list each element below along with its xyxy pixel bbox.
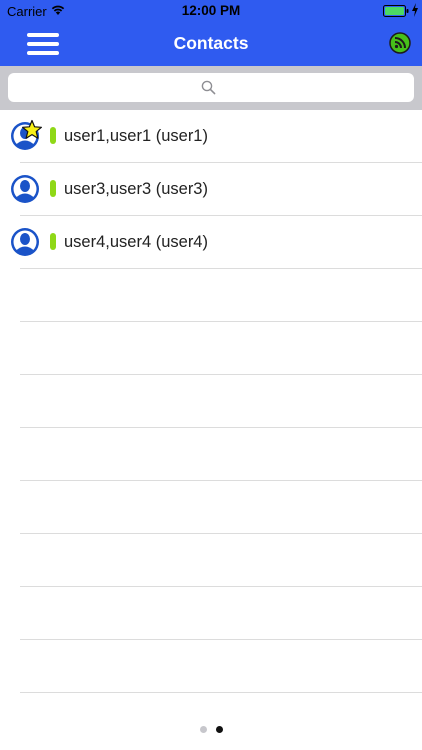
empty-row bbox=[20, 375, 422, 428]
search-field[interactable] bbox=[8, 73, 414, 102]
empty-row bbox=[20, 428, 422, 481]
charging-bolt-icon bbox=[412, 3, 418, 17]
page-indicator[interactable] bbox=[0, 726, 422, 736]
avatar-icon bbox=[11, 175, 39, 203]
contact-name: user4,user4 (user4) bbox=[64, 233, 208, 251]
header: Carrier 12:00 PM Contacts bbox=[0, 0, 422, 66]
rss-feed-icon[interactable] bbox=[389, 32, 411, 54]
contact-row[interactable]: user3,user3 (user3) bbox=[0, 163, 422, 216]
status-time: 12:00 PM bbox=[181, 3, 241, 18]
empty-row bbox=[20, 640, 422, 693]
battery-icon bbox=[383, 5, 409, 17]
search-bar bbox=[0, 66, 422, 110]
page-title: Contacts bbox=[173, 33, 249, 53]
empty-row bbox=[20, 322, 422, 375]
presence-indicator bbox=[50, 127, 56, 144]
page-dot-current[interactable] bbox=[216, 726, 223, 733]
contact-row[interactable]: user4,user4 (user4) bbox=[0, 216, 422, 269]
presence-indicator bbox=[50, 180, 56, 197]
contact-name: user1,user1 (user1) bbox=[64, 127, 208, 145]
empty-row bbox=[20, 587, 422, 640]
empty-row bbox=[20, 534, 422, 587]
status-bar: Carrier 12:00 PM bbox=[0, 0, 422, 22]
empty-row bbox=[20, 269, 422, 322]
avatar-icon bbox=[11, 228, 39, 256]
search-icon bbox=[201, 80, 216, 95]
empty-row bbox=[20, 481, 422, 534]
contacts-list: user1,user1 (user1) user3,user3 (user3) … bbox=[0, 110, 422, 693]
nav-bar: Contacts bbox=[0, 22, 422, 66]
contact-row[interactable]: user1,user1 (user1) bbox=[0, 110, 422, 163]
contact-name: user3,user3 (user3) bbox=[64, 180, 208, 198]
presence-indicator bbox=[50, 233, 56, 250]
favorite-star-icon bbox=[22, 119, 42, 139]
page-dot[interactable] bbox=[200, 726, 207, 733]
